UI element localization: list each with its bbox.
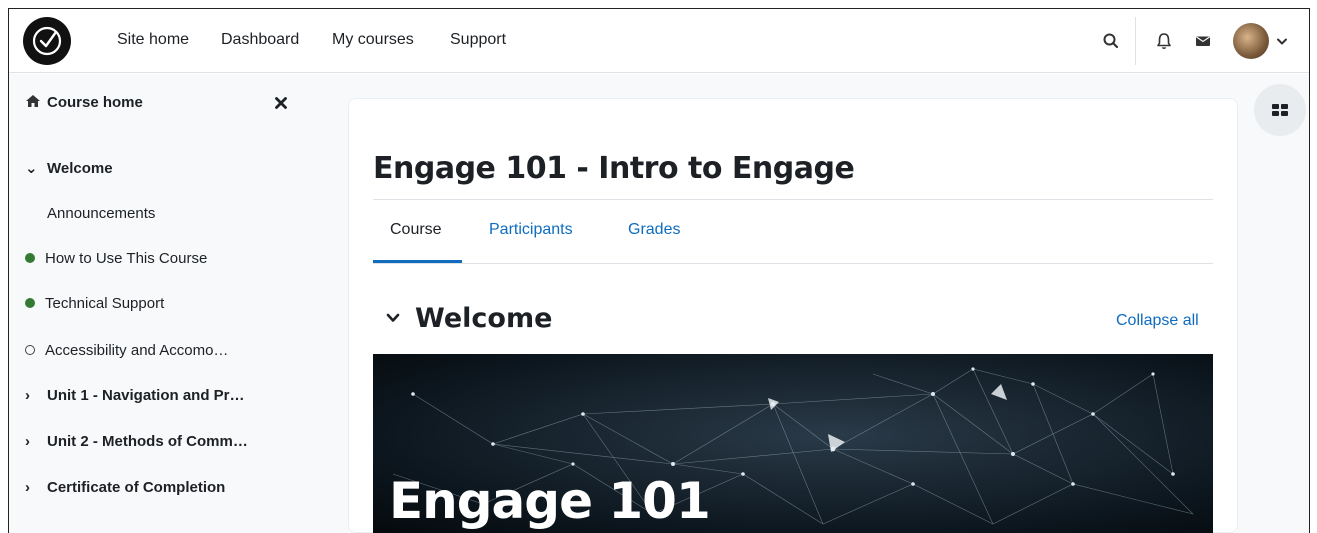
- block-drawer-toggle[interactable]: [1254, 84, 1306, 136]
- divider: [373, 263, 1213, 264]
- drawer-item-how-to-use[interactable]: How to Use This Course: [25, 250, 207, 267]
- drawer-section-certificate[interactable]: › Certificate of Completion: [25, 479, 225, 496]
- drawer-item-label: Technical Support: [45, 295, 165, 312]
- course-banner-image: Engage 101: [373, 354, 1213, 533]
- tab-grades[interactable]: Grades: [628, 221, 680, 239]
- site-logo[interactable]: [23, 17, 71, 65]
- incomplete-circle-icon: [25, 345, 35, 355]
- nav-support[interactable]: Support: [450, 31, 506, 49]
- drawer-item-label: Unit 1 - Navigation and Pr…: [47, 387, 245, 404]
- drawer-item-technical-support[interactable]: Technical Support: [25, 295, 164, 312]
- drawer-item-label: Welcome: [47, 160, 113, 177]
- envelope-icon[interactable]: [1193, 31, 1213, 51]
- drawer-item-announcements[interactable]: Announcements: [47, 205, 155, 222]
- drawer-item-label: Announcements: [47, 205, 156, 222]
- divider: [373, 199, 1213, 200]
- nav-dashboard[interactable]: Dashboard: [221, 31, 299, 49]
- logo-check-icon: [32, 26, 62, 56]
- chevron-right-icon: ›: [25, 433, 30, 450]
- collapse-all-link[interactable]: Collapse all: [1116, 312, 1199, 330]
- course-home-label: Course home: [47, 94, 143, 111]
- top-navbar: Site home Dashboard My courses Support: [9, 9, 1309, 73]
- course-index-drawer: Course home ⌄ Welcome Announcements How t…: [9, 74, 310, 533]
- drawer-item-label: Certificate of Completion: [47, 479, 226, 496]
- chevron-down-icon: ⌄: [25, 160, 38, 177]
- nav-site-home[interactable]: Site home: [117, 31, 189, 49]
- nav-my-courses[interactable]: My courses: [332, 31, 414, 49]
- completion-dot-icon: [25, 253, 35, 263]
- bell-icon[interactable]: [1154, 31, 1174, 51]
- window-border: [1309, 8, 1310, 533]
- chevron-right-icon: ›: [25, 479, 30, 496]
- chevron-down-icon[interactable]: [385, 309, 401, 330]
- grid-icon: [1272, 104, 1288, 116]
- home-icon: [26, 95, 40, 107]
- drawer-section-unit-1[interactable]: › Unit 1 - Navigation and Pr…: [25, 387, 245, 404]
- tab-course[interactable]: Course: [390, 221, 442, 239]
- search-icon[interactable]: [1101, 31, 1121, 51]
- banner-title: Engage 101: [389, 472, 711, 530]
- user-avatar[interactable]: [1233, 23, 1269, 59]
- drawer-item-label: Unit 2 - Methods of Comm…: [47, 433, 248, 450]
- drawer-section-unit-2[interactable]: › Unit 2 - Methods of Comm…: [25, 433, 248, 450]
- drawer-item-accessibility[interactable]: Accessibility and Accomo…: [25, 342, 228, 359]
- section-title-welcome[interactable]: Welcome: [415, 303, 552, 334]
- chevron-right-icon: ›: [25, 387, 30, 404]
- drawer-item-label: Accessibility and Accomo…: [45, 342, 229, 359]
- navbar-divider: [1135, 17, 1136, 65]
- app-window: Site home Dashboard My courses Support C…: [0, 0, 1317, 533]
- course-content-card: Engage 101 - Intro to Engage Course Part…: [348, 98, 1238, 533]
- completion-dot-icon: [25, 298, 35, 308]
- drawer-item-label: How to Use This Course: [45, 250, 208, 267]
- close-icon[interactable]: [274, 96, 288, 115]
- course-home-link[interactable]: Course home: [25, 94, 143, 111]
- tab-participants[interactable]: Participants: [489, 221, 573, 239]
- page-title: Engage 101 - Intro to Engage: [373, 151, 855, 186]
- drawer-section-welcome[interactable]: ⌄ Welcome: [25, 159, 113, 177]
- chevron-down-icon[interactable]: [1275, 31, 1289, 51]
